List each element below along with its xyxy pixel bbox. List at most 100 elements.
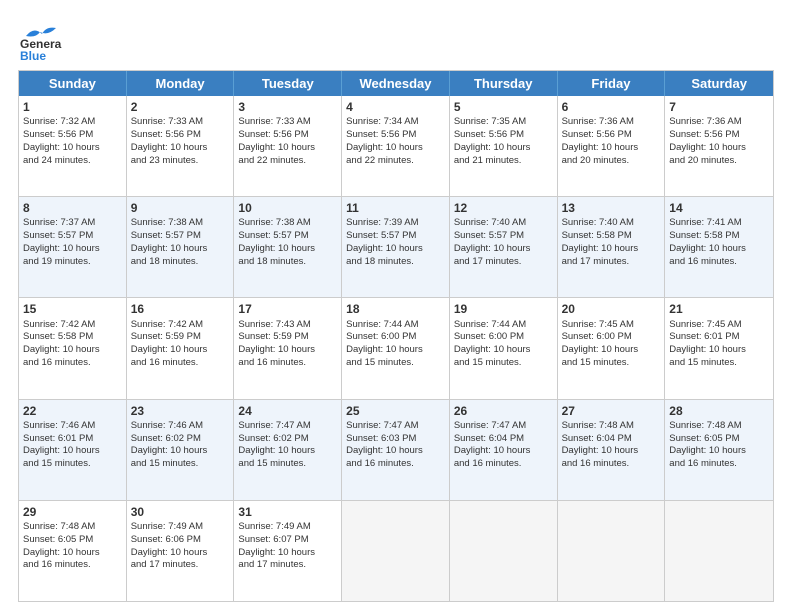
day-number: 19 (454, 301, 553, 317)
day-info: Daylight: 10 hours (562, 142, 661, 155)
day-info: Sunset: 5:57 PM (131, 230, 230, 243)
day-number: 12 (454, 200, 553, 216)
day-number: 2 (131, 99, 230, 115)
day-info: Sunset: 5:56 PM (131, 129, 230, 142)
day-info: Daylight: 10 hours (238, 142, 337, 155)
day-info: and 16 minutes. (346, 458, 445, 471)
day-info: Daylight: 10 hours (562, 243, 661, 256)
day-info: and 16 minutes. (23, 559, 122, 572)
day-info: Sunrise: 7:34 AM (346, 116, 445, 129)
calendar-row: 22Sunrise: 7:46 AMSunset: 6:01 PMDayligh… (19, 399, 773, 500)
weekday-header: Wednesday (342, 71, 450, 96)
day-info: and 16 minutes. (669, 458, 769, 471)
day-info: Sunset: 5:57 PM (23, 230, 122, 243)
calendar-row: 29Sunrise: 7:48 AMSunset: 6:05 PMDayligh… (19, 500, 773, 601)
day-info: Sunrise: 7:44 AM (346, 319, 445, 332)
day-info: and 20 minutes. (562, 155, 661, 168)
calendar-cell: 11Sunrise: 7:39 AMSunset: 5:57 PMDayligh… (342, 197, 450, 297)
calendar-cell: 7Sunrise: 7:36 AMSunset: 5:56 PMDaylight… (665, 96, 773, 196)
weekday-header: Thursday (450, 71, 558, 96)
day-info: and 22 minutes. (238, 155, 337, 168)
day-info: Daylight: 10 hours (669, 445, 769, 458)
day-number: 17 (238, 301, 337, 317)
calendar-cell: 23Sunrise: 7:46 AMSunset: 6:02 PMDayligh… (127, 400, 235, 500)
day-info: and 21 minutes. (454, 155, 553, 168)
day-info: Daylight: 10 hours (454, 344, 553, 357)
day-info: Daylight: 10 hours (131, 445, 230, 458)
day-info: Sunset: 6:05 PM (23, 534, 122, 547)
calendar-cell: 8Sunrise: 7:37 AMSunset: 5:57 PMDaylight… (19, 197, 127, 297)
day-info: Sunrise: 7:33 AM (131, 116, 230, 129)
day-number: 3 (238, 99, 337, 115)
day-info: Sunrise: 7:47 AM (454, 420, 553, 433)
calendar-cell: 3Sunrise: 7:33 AMSunset: 5:56 PMDaylight… (234, 96, 342, 196)
day-info: Sunset: 6:01 PM (23, 433, 122, 446)
calendar-cell: 1Sunrise: 7:32 AMSunset: 5:56 PMDaylight… (19, 96, 127, 196)
day-info: Sunset: 5:56 PM (23, 129, 122, 142)
calendar-cell: 12Sunrise: 7:40 AMSunset: 5:57 PMDayligh… (450, 197, 558, 297)
day-info: Daylight: 10 hours (131, 142, 230, 155)
day-info: Sunrise: 7:33 AM (238, 116, 337, 129)
day-info: Daylight: 10 hours (238, 243, 337, 256)
day-info: and 16 minutes. (131, 357, 230, 370)
day-info: Sunset: 5:58 PM (669, 230, 769, 243)
day-number: 30 (131, 504, 230, 520)
day-number: 15 (23, 301, 122, 317)
day-info: Sunset: 6:06 PM (131, 534, 230, 547)
weekday-header: Monday (127, 71, 235, 96)
day-info: Daylight: 10 hours (454, 142, 553, 155)
day-info: Sunrise: 7:49 AM (238, 521, 337, 534)
header: GeneralBlue (18, 18, 774, 62)
day-info: Daylight: 10 hours (131, 344, 230, 357)
logo-svg: GeneralBlue (18, 18, 62, 62)
calendar-cell: 6Sunrise: 7:36 AMSunset: 5:56 PMDaylight… (558, 96, 666, 196)
day-number: 26 (454, 403, 553, 419)
day-number: 31 (238, 504, 337, 520)
day-number: 24 (238, 403, 337, 419)
day-info: and 17 minutes. (454, 256, 553, 269)
day-info: and 18 minutes. (238, 256, 337, 269)
calendar-cell: 20Sunrise: 7:45 AMSunset: 6:00 PMDayligh… (558, 298, 666, 398)
day-info: and 16 minutes. (238, 357, 337, 370)
day-number: 7 (669, 99, 769, 115)
calendar-cell: 16Sunrise: 7:42 AMSunset: 5:59 PMDayligh… (127, 298, 235, 398)
calendar-cell: 26Sunrise: 7:47 AMSunset: 6:04 PMDayligh… (450, 400, 558, 500)
day-info: Daylight: 10 hours (23, 344, 122, 357)
day-info: Daylight: 10 hours (346, 344, 445, 357)
day-info: Sunrise: 7:38 AM (238, 217, 337, 230)
day-info: and 15 minutes. (23, 458, 122, 471)
calendar-cell (342, 501, 450, 601)
day-info: Sunset: 5:58 PM (562, 230, 661, 243)
day-info: Daylight: 10 hours (669, 142, 769, 155)
day-info: Sunrise: 7:49 AM (131, 521, 230, 534)
day-info: Daylight: 10 hours (669, 344, 769, 357)
day-info: Daylight: 10 hours (562, 344, 661, 357)
logo: GeneralBlue (18, 18, 62, 62)
day-info: Sunrise: 7:47 AM (238, 420, 337, 433)
day-number: 5 (454, 99, 553, 115)
day-info: and 15 minutes. (669, 357, 769, 370)
calendar-cell: 22Sunrise: 7:46 AMSunset: 6:01 PMDayligh… (19, 400, 127, 500)
day-info: Sunrise: 7:35 AM (454, 116, 553, 129)
day-info: Sunrise: 7:45 AM (669, 319, 769, 332)
day-info: Sunrise: 7:40 AM (454, 217, 553, 230)
day-info: Daylight: 10 hours (669, 243, 769, 256)
day-info: Sunrise: 7:37 AM (23, 217, 122, 230)
day-info: Daylight: 10 hours (454, 243, 553, 256)
calendar-cell: 15Sunrise: 7:42 AMSunset: 5:58 PMDayligh… (19, 298, 127, 398)
day-info: Daylight: 10 hours (131, 547, 230, 560)
calendar-cell: 24Sunrise: 7:47 AMSunset: 6:02 PMDayligh… (234, 400, 342, 500)
page: GeneralBlue SundayMondayTuesdayWednesday… (0, 0, 792, 612)
day-number: 23 (131, 403, 230, 419)
day-info: and 15 minutes. (562, 357, 661, 370)
day-info: Sunrise: 7:43 AM (238, 319, 337, 332)
calendar-cell: 19Sunrise: 7:44 AMSunset: 6:00 PMDayligh… (450, 298, 558, 398)
day-info: Sunrise: 7:38 AM (131, 217, 230, 230)
day-number: 10 (238, 200, 337, 216)
day-info: Daylight: 10 hours (23, 142, 122, 155)
calendar-cell: 31Sunrise: 7:49 AMSunset: 6:07 PMDayligh… (234, 501, 342, 601)
day-info: Daylight: 10 hours (346, 142, 445, 155)
day-info: Sunrise: 7:39 AM (346, 217, 445, 230)
calendar-cell (450, 501, 558, 601)
svg-text:Blue: Blue (20, 49, 46, 62)
